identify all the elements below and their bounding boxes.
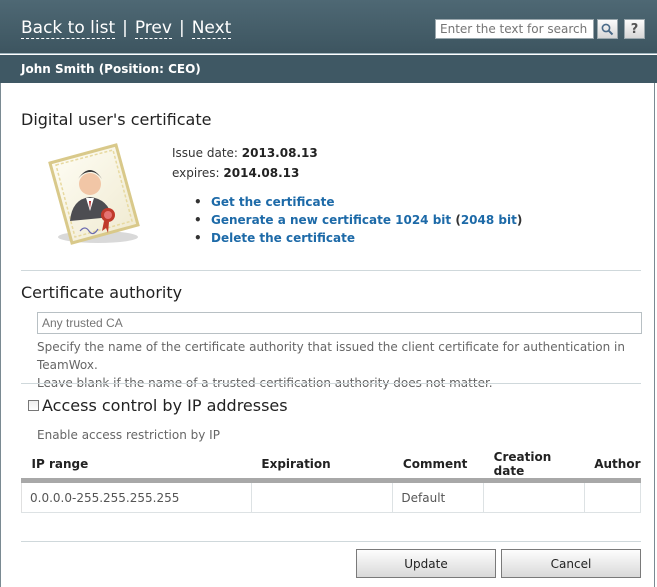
ip-access-checkbox[interactable] <box>28 400 39 411</box>
divider <box>21 270 641 271</box>
expires-value: 2014.08.13 <box>223 166 300 180</box>
get-certificate-link[interactable]: Get the certificate <box>211 195 335 209</box>
user-title: John Smith (Position: CEO) <box>21 62 201 76</box>
back-to-list-link[interactable]: Back to list <box>21 18 116 39</box>
generate-2048-link[interactable]: 2048 bit <box>461 213 517 227</box>
issue-date-value: 2013.08.13 <box>241 146 318 160</box>
expires-label: expires: <box>172 166 220 180</box>
creation-date-cell <box>483 480 585 513</box>
certificate-icon <box>36 139 146 249</box>
list-item: Get the certificate <box>194 194 522 212</box>
prev-link[interactable]: Prev <box>134 18 172 39</box>
user-title-bar: John Smith (Position: CEO) <box>0 55 657 83</box>
next-link[interactable]: Next <box>191 18 232 39</box>
column-header-ip-range[interactable]: IP range <box>21 450 252 483</box>
authority-hint-line: Specify the name of the certificate auth… <box>37 340 625 372</box>
expiration-cell <box>250 480 393 513</box>
nav-separator: | <box>178 18 185 38</box>
table-header-row: IP range Expiration Comment Creation dat… <box>21 450 641 483</box>
paren-close: ) <box>516 213 523 227</box>
ip-access-subtext: Enable access restriction by IP <box>37 428 220 442</box>
divider <box>21 541 641 542</box>
ip-access-heading[interactable]: Access control by IP addresses <box>42 396 288 415</box>
certificate-actions: Get the certificate Generate a new certi… <box>194 194 522 248</box>
navigation: Back to list | Prev | Next <box>21 18 232 39</box>
ip-range-cell: 0.0.0.0-255.255.255.255 <box>21 480 252 513</box>
divider <box>21 383 641 384</box>
expires-row: expires: 2014.08.13 <box>172 163 318 183</box>
issue-date-row: Issue date: 2013.08.13 <box>172 143 318 163</box>
certificate-heading: Digital user's certificate <box>21 110 212 129</box>
certificate-authority-input[interactable] <box>37 312 642 334</box>
help-button[interactable]: ? <box>624 19 645 39</box>
certificate-dates: Issue date: 2013.08.13 expires: 2014.08.… <box>172 143 318 183</box>
top-bar: Back to list | Prev | Next ? <box>0 0 657 54</box>
search-input[interactable] <box>435 19 594 39</box>
delete-certificate-link[interactable]: Delete the certificate <box>211 231 355 245</box>
update-button[interactable]: Update <box>356 549 496 578</box>
comment-cell: Default <box>392 480 484 513</box>
column-header-author[interactable]: Author <box>584 450 641 483</box>
ip-table: IP range Expiration Comment Creation dat… <box>21 450 642 513</box>
column-header-creation-date[interactable]: Creation date <box>483 450 585 483</box>
help-icon: ? <box>630 21 639 37</box>
author-cell <box>583 480 642 513</box>
list-item: Generate a new certificate 1024 bit (204… <box>194 212 522 230</box>
nav-separator: | <box>122 18 128 38</box>
list-item: Delete the certificate <box>194 230 522 248</box>
cancel-button[interactable]: Cancel <box>501 549 641 578</box>
search-button[interactable] <box>597 19 618 39</box>
generate-1024-link[interactable]: Generate a new certificate 1024 bit <box>211 213 451 227</box>
issue-date-label: Issue date: <box>172 146 238 160</box>
column-header-expiration[interactable]: Expiration <box>251 450 393 483</box>
search-icon <box>601 23 614 35</box>
authority-heading: Certificate authority <box>21 283 183 302</box>
table-row[interactable]: 0.0.0.0-255.255.255.255 Default <box>21 480 642 513</box>
column-header-comment[interactable]: Comment <box>392 450 484 483</box>
